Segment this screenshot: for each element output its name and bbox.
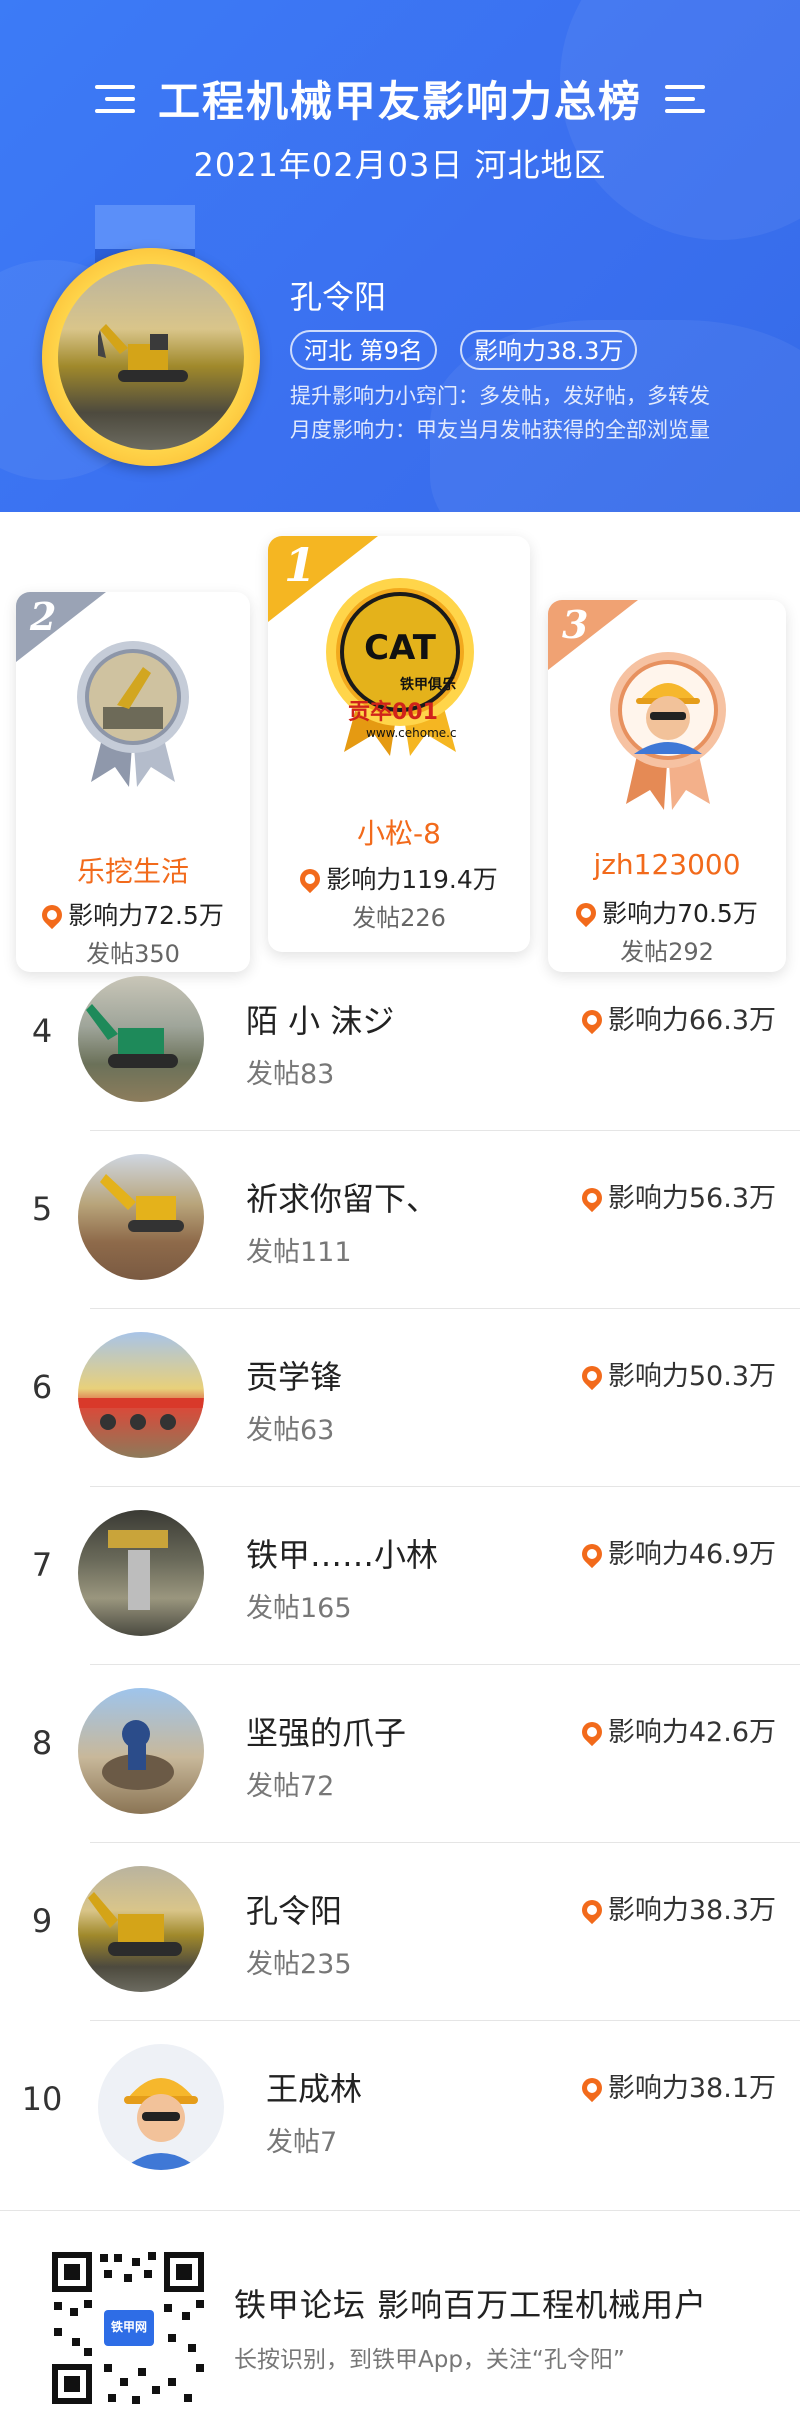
list-rank: 7 [31, 1546, 53, 1584]
list-name: 孔令阳 [246, 1892, 343, 1930]
list-influence: 影响力42.6万 [577, 1710, 776, 1749]
rank-number: 1 [284, 538, 317, 592]
avatar[interactable] [78, 976, 204, 1102]
title-row: 工程机械甲友影响力总榜 [0, 68, 800, 129]
avatar[interactable] [78, 1688, 204, 1814]
list-name: 王成林 [266, 2070, 363, 2108]
list-rank: 10 [21, 2080, 63, 2118]
influence-pin-icon [577, 1539, 607, 1569]
avatar[interactable] [78, 1332, 204, 1458]
influence-pin-icon [577, 1183, 607, 1213]
influence-pin-icon [577, 1361, 607, 1391]
list-influence: 影响力46.9万 [577, 1532, 776, 1571]
list-name: 贡学锋 [246, 1358, 343, 1396]
list-posts: 发帖83 [246, 1059, 335, 1090]
machine-icon [108, 1530, 168, 1610]
list-posts: 发帖63 [246, 1415, 335, 1446]
podium-card-rank-3[interactable]: 3 jzh123000 影响力70.5万 发帖292 [548, 600, 786, 972]
list-influence: 影响力66.3万 [577, 998, 776, 1037]
crowd-icon [78, 1398, 204, 1430]
excavator-icon [88, 1892, 182, 1956]
avatar[interactable] [78, 1510, 204, 1636]
menu-lines-left-icon [94, 84, 135, 113]
influence-pin-icon [572, 898, 601, 928]
list-posts: 发帖72 [246, 1771, 335, 1802]
rank-number: 3 [562, 602, 589, 647]
podium-name: 小松-8 [357, 817, 441, 850]
podium-influence: 影响力119.4万 [268, 860, 530, 896]
list-influence: 影响力38.3万 [577, 1888, 776, 1927]
bronze-medal-icon [610, 652, 726, 810]
list-row-rank-8[interactable]: 8 坚强的爪子 发帖72 影响力42.6万 [0, 1664, 800, 1842]
list-row-rank-7[interactable]: 7 铁甲……小林 发帖165 影响力46.9万 [0, 1486, 800, 1664]
cat-logo-url: www.cehome.c [366, 726, 457, 740]
my-name: 孔令阳 [290, 278, 387, 316]
podium-name: jzh123000 [593, 848, 741, 881]
influence-pin-icon [577, 1005, 607, 1035]
podium-posts: 发帖226 [352, 904, 446, 932]
avatar[interactable] [98, 2044, 224, 2170]
podium-name: 乐挖生活 [76, 855, 189, 888]
avatar[interactable] [78, 1154, 204, 1280]
list-name: 坚强的爪子 [246, 1714, 407, 1752]
list-name: 祈求你留下、 [246, 1180, 439, 1218]
tip-line-1: 提升影响力小窍门：多发帖，发好帖，多转发 [290, 384, 710, 408]
list-name: 陌 小 沫ジ [246, 1002, 395, 1040]
tip-line-2: 月度影响力：甲友当月发帖获得的全部浏览量 [290, 418, 710, 442]
list-rank: 6 [31, 1368, 53, 1406]
list-influence: 影响力56.3万 [577, 1176, 776, 1215]
influence-pin-icon [577, 1717, 607, 1747]
my-influence: 影响力38.3万 [460, 330, 638, 370]
cat-logo-text: CAT [364, 628, 436, 668]
podium-card-rank-2[interactable]: 2 乐挖生活 影响力72.5万 发帖350 [16, 592, 250, 972]
list-posts: 发帖165 [246, 1593, 352, 1624]
list-influence: 影响力38.1万 [577, 2066, 776, 2105]
list-influence: 影响力50.3万 [577, 1354, 776, 1393]
list-row-rank-10[interactable]: 10 王成林 发帖7 影响力38.1万 [0, 2020, 800, 2198]
qr-label: 铁甲网 [110, 2320, 147, 2334]
excavator-icon [86, 1004, 178, 1068]
list-rank: 8 [31, 1724, 53, 1762]
list-name: 铁甲……小林 [246, 1536, 439, 1574]
excavator-icon [98, 324, 188, 382]
my-region-rank: 河北 第9名 [290, 330, 437, 370]
podium-card-rank-1[interactable]: 1 CAT 铁甲俱乐 贡卒001 www.cehome.c 小松-8 影响力11… [268, 536, 530, 952]
header-banner: 工程机械甲友影响力总榜 2021年02月03日 河北地区 孔令阳 河北 第9名 … [0, 0, 800, 512]
podium-influence: 影响力72.5万 [16, 896, 250, 932]
menu-lines-right-icon [665, 84, 706, 113]
cat-logo-red: 贡卒001 [348, 700, 438, 725]
influence-pin-icon [296, 864, 325, 894]
list-rank: 5 [31, 1190, 53, 1228]
list-rank: 9 [31, 1902, 53, 1940]
date-region: 2021年02月03日 河北地区 [193, 146, 607, 184]
list-posts: 发帖235 [246, 1949, 352, 1980]
donkey-rider-icon [102, 1720, 174, 1790]
footer-title: 铁甲论坛 影响百万工程机械用户 [234, 2286, 708, 2324]
list-rank: 4 [31, 1012, 53, 1050]
podium-influence: 影响力70.5万 [548, 894, 786, 930]
influence-pin-icon [38, 900, 67, 930]
footer-subtitle: 长按识别，到铁甲App，关注“孔令阳” [234, 2347, 625, 2373]
excavator-icon [100, 1174, 184, 1232]
list-row-rank-9[interactable]: 9 孔令阳 发帖235 影响力38.3万 [0, 1842, 800, 2020]
influence-pin-icon [577, 2073, 607, 2103]
my-avatar[interactable] [58, 264, 244, 450]
leaderboard-page: 工程机械甲友影响力总榜 2021年02月03日 河北地区 孔令阳 河北 第9名 … [0, 0, 800, 2433]
rank-number: 2 [30, 594, 57, 639]
list-posts: 发帖7 [266, 2127, 338, 2158]
avatar[interactable] [78, 1866, 204, 1992]
list-posts: 发帖111 [246, 1237, 352, 1268]
cat-logo-sub: 铁甲俱乐 [400, 677, 456, 693]
list-row-rank-6[interactable]: 6 贡学锋 发帖63 影响力50.3万 [0, 1308, 800, 1486]
silver-medal-icon [77, 641, 189, 787]
page-title: 工程机械甲友影响力总榜 [157, 77, 642, 126]
qr-code[interactable]: 铁甲网 [48, 2248, 208, 2408]
top3-podium: 2 乐挖生活 影响力72.5万 发帖350 1 CAT 铁甲俱乐 贡卒001 w… [0, 512, 800, 972]
list-row-rank-5[interactable]: 5 祈求你留下、 发帖111 影响力56.3万 [0, 1130, 800, 1308]
influence-pin-icon [577, 1895, 607, 1925]
worker-avatar-icon [122, 2078, 200, 2170]
list-row-rank-4[interactable]: 4 陌 小 沫ジ 发帖83 影响力66.3万 [0, 952, 800, 1130]
footer-divider [0, 2210, 800, 2211]
